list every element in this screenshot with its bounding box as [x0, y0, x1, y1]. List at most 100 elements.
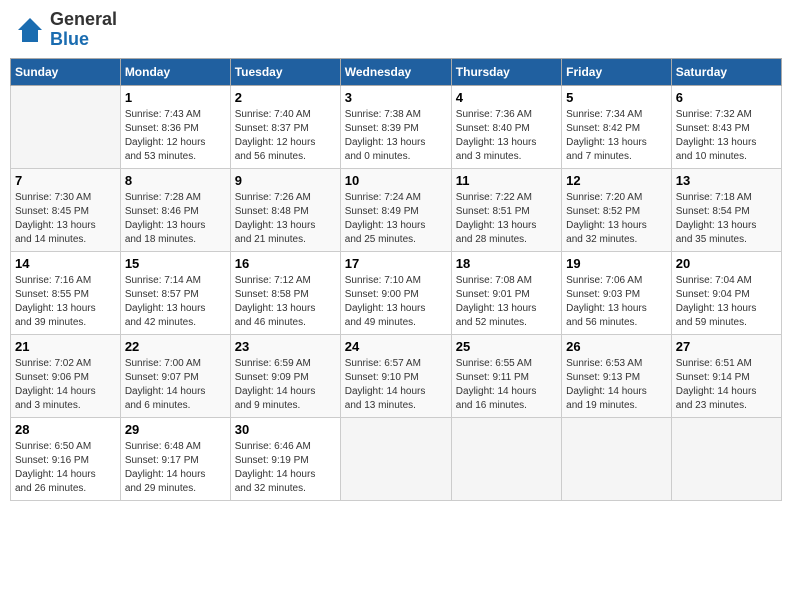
- calendar-week-4: 21 Sunrise: 7:02 AM Sunset: 9:06 PM Dayli…: [11, 334, 782, 417]
- day-number: 17: [345, 256, 447, 271]
- day-info: Sunrise: 7:34 AM Sunset: 8:42 PM Dayligh…: [566, 108, 667, 164]
- day-number: 26: [566, 339, 667, 354]
- day-info: Sunrise: 7:40 AM Sunset: 8:37 PM Dayligh…: [235, 108, 336, 164]
- calendar-cell: [671, 417, 781, 500]
- calendar-cell: 26 Sunrise: 6:53 AM Sunset: 9:13 PM Dayli…: [562, 334, 672, 417]
- calendar-week-5: 28 Sunrise: 6:50 AM Sunset: 9:16 PM Dayli…: [11, 417, 782, 500]
- calendar-cell: [340, 417, 451, 500]
- day-info: Sunrise: 7:10 AM Sunset: 9:00 PM Dayligh…: [345, 274, 447, 330]
- day-number: 15: [125, 256, 226, 271]
- calendar-cell: 29 Sunrise: 6:48 AM Sunset: 9:17 PM Dayli…: [120, 417, 230, 500]
- day-info: Sunrise: 6:59 AM Sunset: 9:09 PM Dayligh…: [235, 357, 336, 413]
- day-number: 11: [456, 173, 557, 188]
- day-number: 9: [235, 173, 336, 188]
- day-info: Sunrise: 6:48 AM Sunset: 9:17 PM Dayligh…: [125, 440, 226, 496]
- day-info: Sunrise: 7:30 AM Sunset: 8:45 PM Dayligh…: [15, 191, 116, 247]
- calendar-week-2: 7 Sunrise: 7:30 AM Sunset: 8:45 PM Daylig…: [11, 168, 782, 251]
- day-info: Sunrise: 7:16 AM Sunset: 8:55 PM Dayligh…: [15, 274, 116, 330]
- day-number: 20: [676, 256, 777, 271]
- logo-text: General Blue: [50, 10, 117, 50]
- calendar-cell: 21 Sunrise: 7:02 AM Sunset: 9:06 PM Dayli…: [11, 334, 121, 417]
- calendar-cell: 12 Sunrise: 7:20 AM Sunset: 8:52 PM Dayli…: [562, 168, 672, 251]
- day-info: Sunrise: 7:04 AM Sunset: 9:04 PM Dayligh…: [676, 274, 777, 330]
- day-number: 2: [235, 90, 336, 105]
- day-info: Sunrise: 7:24 AM Sunset: 8:49 PM Dayligh…: [345, 191, 447, 247]
- calendar-cell: 9Sunrise: 7:26 AM Sunset: 8:48 PM Daylig…: [230, 168, 340, 251]
- day-header-thursday: Thursday: [451, 58, 561, 85]
- day-header-monday: Monday: [120, 58, 230, 85]
- day-number: 16: [235, 256, 336, 271]
- calendar-cell: 10 Sunrise: 7:24 AM Sunset: 8:49 PM Dayli…: [340, 168, 451, 251]
- day-number: 12: [566, 173, 667, 188]
- day-number: 21: [15, 339, 116, 354]
- day-number: 10: [345, 173, 447, 188]
- day-number: 13: [676, 173, 777, 188]
- calendar-table: SundayMondayTuesdayWednesdayThursdayFrid…: [10, 58, 782, 501]
- day-info: Sunrise: 7:08 AM Sunset: 9:01 PM Dayligh…: [456, 274, 557, 330]
- calendar-cell: 3Sunrise: 7:38 AM Sunset: 8:39 PM Daylig…: [340, 85, 451, 168]
- calendar-cell: [11, 85, 121, 168]
- day-number: 29: [125, 422, 226, 437]
- day-header-tuesday: Tuesday: [230, 58, 340, 85]
- day-info: Sunrise: 6:50 AM Sunset: 9:16 PM Dayligh…: [15, 440, 116, 496]
- calendar-cell: 1Sunrise: 7:43 AM Sunset: 8:36 PM Daylig…: [120, 85, 230, 168]
- calendar-cell: 30 Sunrise: 6:46 AM Sunset: 9:19 PM Dayli…: [230, 417, 340, 500]
- calendar-week-3: 14 Sunrise: 7:16 AM Sunset: 8:55 PM Dayli…: [11, 251, 782, 334]
- calendar-cell: 4 Sunrise: 7:36 AM Sunset: 8:40 PM Daylig…: [451, 85, 561, 168]
- calendar-cell: 15Sunrise: 7:14 AM Sunset: 8:57 PM Dayli…: [120, 251, 230, 334]
- day-info: Sunrise: 6:46 AM Sunset: 9:19 PM Dayligh…: [235, 440, 336, 496]
- calendar-cell: 6 Sunrise: 7:32 AM Sunset: 8:43 PM Daylig…: [671, 85, 781, 168]
- day-info: Sunrise: 7:38 AM Sunset: 8:39 PM Dayligh…: [345, 108, 447, 164]
- day-number: 19: [566, 256, 667, 271]
- day-header-sunday: Sunday: [11, 58, 121, 85]
- calendar-week-1: 1Sunrise: 7:43 AM Sunset: 8:36 PM Daylig…: [11, 85, 782, 168]
- day-info: Sunrise: 6:55 AM Sunset: 9:11 PM Dayligh…: [456, 357, 557, 413]
- calendar-cell: 14 Sunrise: 7:16 AM Sunset: 8:55 PM Dayli…: [11, 251, 121, 334]
- calendar-cell: 24 Sunrise: 6:57 AM Sunset: 9:10 PM Dayli…: [340, 334, 451, 417]
- day-info: Sunrise: 7:32 AM Sunset: 8:43 PM Dayligh…: [676, 108, 777, 164]
- day-number: 6: [676, 90, 777, 105]
- calendar-cell: 20 Sunrise: 7:04 AM Sunset: 9:04 PM Dayli…: [671, 251, 781, 334]
- calendar-cell: 7 Sunrise: 7:30 AM Sunset: 8:45 PM Daylig…: [11, 168, 121, 251]
- day-number: 14: [15, 256, 116, 271]
- day-info: Sunrise: 7:18 AM Sunset: 8:54 PM Dayligh…: [676, 191, 777, 247]
- day-info: Sunrise: 7:02 AM Sunset: 9:06 PM Dayligh…: [15, 357, 116, 413]
- calendar-cell: 11 Sunrise: 7:22 AM Sunset: 8:51 PM Dayli…: [451, 168, 561, 251]
- logo-icon: [14, 14, 46, 46]
- day-info: Sunrise: 6:53 AM Sunset: 9:13 PM Dayligh…: [566, 357, 667, 413]
- day-info: Sunrise: 6:57 AM Sunset: 9:10 PM Dayligh…: [345, 357, 447, 413]
- day-number: 25: [456, 339, 557, 354]
- day-number: 30: [235, 422, 336, 437]
- day-number: 18: [456, 256, 557, 271]
- day-number: 27: [676, 339, 777, 354]
- page-header: General Blue: [10, 10, 782, 50]
- day-header-saturday: Saturday: [671, 58, 781, 85]
- logo: General Blue: [14, 10, 117, 50]
- day-number: 4: [456, 90, 557, 105]
- calendar-cell: 19 Sunrise: 7:06 AM Sunset: 9:03 PM Dayli…: [562, 251, 672, 334]
- day-info: Sunrise: 7:22 AM Sunset: 8:51 PM Dayligh…: [456, 191, 557, 247]
- calendar-cell: 25 Sunrise: 6:55 AM Sunset: 9:11 PM Dayli…: [451, 334, 561, 417]
- calendar-cell: 18 Sunrise: 7:08 AM Sunset: 9:01 PM Dayli…: [451, 251, 561, 334]
- day-info: Sunrise: 6:51 AM Sunset: 9:14 PM Dayligh…: [676, 357, 777, 413]
- day-info: Sunrise: 7:20 AM Sunset: 8:52 PM Dayligh…: [566, 191, 667, 247]
- calendar-cell: 27 Sunrise: 6:51 AM Sunset: 9:14 PM Dayli…: [671, 334, 781, 417]
- calendar-cell: 23 Sunrise: 6:59 AM Sunset: 9:09 PM Dayli…: [230, 334, 340, 417]
- calendar-cell: 22 Sunrise: 7:00 AM Sunset: 9:07 PM Dayli…: [120, 334, 230, 417]
- day-number: 28: [15, 422, 116, 437]
- day-info: Sunrise: 7:06 AM Sunset: 9:03 PM Dayligh…: [566, 274, 667, 330]
- calendar-cell: 5 Sunrise: 7:34 AM Sunset: 8:42 PM Daylig…: [562, 85, 672, 168]
- day-number: 7: [15, 173, 116, 188]
- day-number: 8: [125, 173, 226, 188]
- calendar-cell: [562, 417, 672, 500]
- day-number: 5: [566, 90, 667, 105]
- day-number: 22: [125, 339, 226, 354]
- day-number: 24: [345, 339, 447, 354]
- day-info: Sunrise: 7:00 AM Sunset: 9:07 PM Dayligh…: [125, 357, 226, 413]
- calendar-cell: 13 Sunrise: 7:18 AM Sunset: 8:54 PM Dayli…: [671, 168, 781, 251]
- calendar-cell: 8Sunrise: 7:28 AM Sunset: 8:46 PM Daylig…: [120, 168, 230, 251]
- day-header-friday: Friday: [562, 58, 672, 85]
- day-info: Sunrise: 7:43 AM Sunset: 8:36 PM Dayligh…: [125, 108, 226, 164]
- day-info: Sunrise: 7:36 AM Sunset: 8:40 PM Dayligh…: [456, 108, 557, 164]
- day-number: 23: [235, 339, 336, 354]
